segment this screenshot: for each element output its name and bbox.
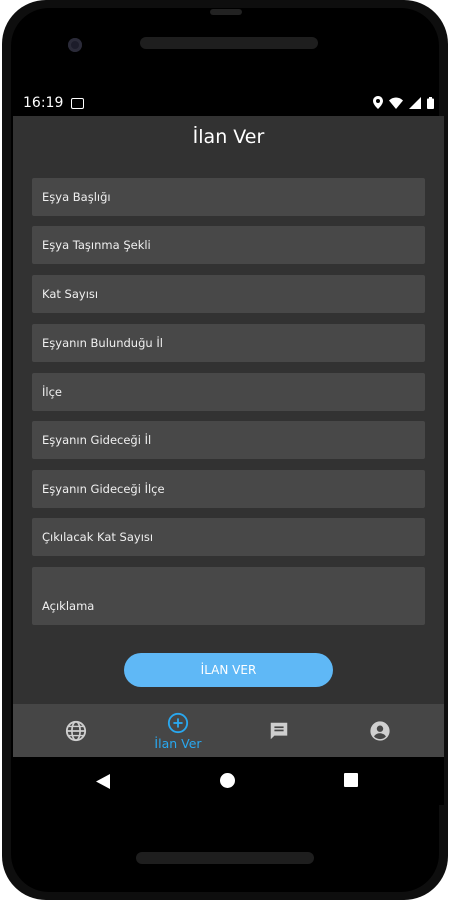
home-icon[interactable] [220, 773, 235, 788]
field-label: Açıklama [42, 599, 95, 613]
district-field[interactable]: İlçe [32, 373, 425, 411]
field-label: İlçe [42, 385, 62, 399]
account-icon [370, 721, 390, 741]
floor-count-field[interactable]: Kat Sayısı [32, 275, 425, 313]
nav-item-profile[interactable] [330, 704, 430, 757]
status-bar: 16:19 [13, 92, 444, 116]
item-title-field[interactable]: Eşya Başlığı [32, 178, 425, 216]
bottom-speaker [136, 852, 314, 864]
nav-item-messages[interactable] [229, 704, 329, 757]
device-frame: 16:19 İlan Ver Eşya Başlığı Eşya Taşınma… [0, 0, 450, 900]
field-label: Eşyanın Gideceği İl [42, 433, 152, 447]
status-time: 16:19 [23, 95, 64, 111]
status-icons [373, 96, 434, 109]
recent-apps-icon[interactable] [344, 773, 358, 787]
origin-city-field[interactable]: Eşyanın Bulunduğu İl [32, 324, 425, 362]
chat-icon [270, 722, 288, 740]
field-label: Eşyanın Gideceği İlçe [42, 482, 165, 496]
battery-icon [427, 96, 434, 109]
field-label: Çıkılacak Kat Sayısı [42, 530, 154, 544]
transport-type-field[interactable]: Eşya Taşınma Şekli [32, 226, 425, 264]
wifi-icon [389, 97, 403, 109]
destination-district-field[interactable]: Eşyanın Gideceği İlçe [32, 470, 425, 508]
field-label: Eşya Taşınma Şekli [42, 238, 151, 252]
location-icon [373, 96, 383, 109]
earpiece-speaker [140, 37, 318, 49]
back-icon[interactable] [96, 774, 110, 789]
description-field[interactable]: Açıklama [32, 567, 425, 625]
submit-listing-button[interactable]: İLAN VER [124, 653, 333, 687]
top-sensor [210, 9, 242, 15]
page-title: İlan Ver [192, 126, 265, 148]
field-label: Kat Sayısı [42, 287, 99, 301]
system-navigation-bar [13, 757, 444, 805]
field-label: Eşyanın Bulunduğu İl [42, 336, 163, 350]
destination-city-field[interactable]: Eşyanın Gideceği İl [32, 421, 425, 459]
field-label: Eşya Başlığı [42, 190, 111, 204]
add-circle-icon [167, 712, 189, 734]
nav-item-post-listing[interactable]: İlan Ver [128, 704, 228, 757]
signal-icon [409, 96, 421, 109]
globe-icon [65, 720, 87, 742]
destination-floor-field[interactable]: Çıkılacak Kat Sayısı [32, 518, 425, 556]
nav-item-explore[interactable] [26, 704, 126, 757]
image-notification-icon [71, 98, 84, 109]
app-screen: İlan Ver Eşya Başlığı Eşya Taşınma Şekli… [13, 116, 444, 757]
nav-item-label: İlan Ver [154, 736, 202, 751]
front-camera [68, 38, 82, 52]
bottom-navigation: İlan Ver [13, 704, 444, 757]
